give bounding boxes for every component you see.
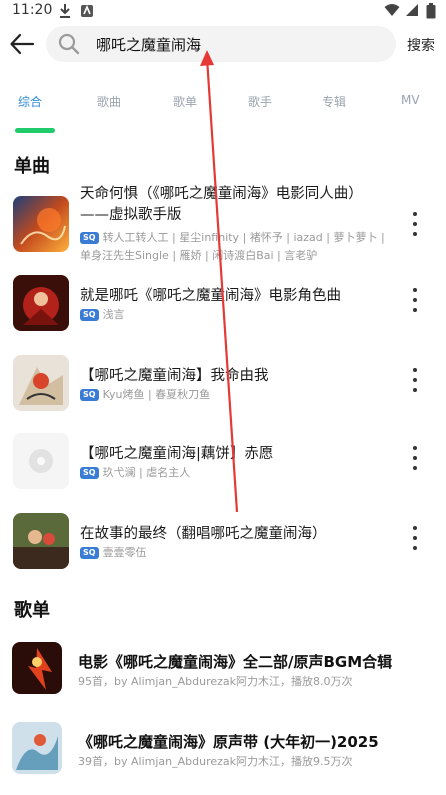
section-title-songs: 单曲: [14, 156, 50, 177]
playlist-cover: [12, 722, 62, 774]
search-header: 哪吒之魔童闹海 搜索: [0, 24, 446, 64]
download-icon: [60, 4, 70, 18]
playlist-title: 《哪吒之魔童闹海》原声带 (大年初一)2025: [78, 733, 379, 751]
search-button[interactable]: 搜索: [407, 35, 435, 55]
tab-playlists[interactable]: 歌单: [173, 93, 197, 110]
playlist-meta: 95首，by Alimjan_Abdurezak阿力木江，播放8.0万次: [78, 675, 353, 688]
status-time: 11:20: [12, 2, 53, 18]
song-item[interactable]: 【哪吒之魔童闹海|藕饼】赤愿 SQ 玖弋澜 | 虐名主人: [0, 428, 446, 494]
playlist-title: 电影《哪吒之魔童闹海》全二部/原声BGM合辑: [78, 653, 393, 671]
song-artists: 浅言: [102, 308, 125, 321]
tab-songs[interactable]: 歌曲: [97, 93, 121, 110]
notification-icon: [81, 4, 93, 17]
song-cover: [13, 196, 69, 252]
search-icon: [58, 33, 80, 55]
tab-albums[interactable]: 专辑: [322, 93, 346, 110]
search-input[interactable]: 哪吒之魔童闹海: [96, 34, 201, 55]
category-tabs: 综合 歌曲 歌单 歌手 专辑 MV: [0, 86, 446, 116]
song-title: 就是哪吒《哪吒之魔童闹海》电影角色曲: [80, 288, 341, 304]
song-item[interactable]: 就是哪吒《哪吒之魔童闹海》电影角色曲 SQ 浅言: [0, 270, 446, 336]
song-title: 在故事的最终（翻唱哪吒之魔童闹海）: [80, 526, 327, 542]
signal-icon: [406, 4, 418, 16]
more-vert-icon[interactable]: [404, 520, 426, 560]
song-artists: 转人工转人工 | 星尘infinity | 褚怀予 | iazad | 萝卜萝卜…: [80, 231, 385, 262]
more-vert-icon[interactable]: [404, 206, 426, 246]
tab-singers[interactable]: 歌手: [248, 93, 272, 110]
playlist-meta: 39首，by Alimjan_Abdurezak阿力木江，播放9.5万次: [78, 755, 353, 768]
sq-badge: SQ: [80, 547, 99, 559]
playlist-item[interactable]: 《哪吒之魔童闹海》原声带 (大年初一)2025 39首，by Alimjan_A…: [0, 720, 446, 780]
song-meta: SQ 转人工转人工 | 星尘infinity | 褚怀予 | iazad | 萝卜…: [80, 229, 390, 265]
sq-badge: SQ: [80, 467, 99, 479]
back-arrow-icon[interactable]: [8, 30, 36, 58]
active-tab-indicator: [15, 128, 55, 133]
song-cover: [13, 275, 69, 331]
tab-mv[interactable]: MV: [401, 93, 420, 107]
song-item[interactable]: 在故事的最终（翻唱哪吒之魔童闹海） SQ 壹壹零伍: [0, 508, 446, 574]
song-item[interactable]: 天命何惧（《哪吒之魔童闹海》电影同人曲）——虚拟歌手版 SQ 转人工转人工 | 星…: [0, 184, 446, 266]
song-title: 天命何惧（《哪吒之魔童闹海》电影同人曲）——虚拟歌手版: [80, 186, 363, 223]
playlist-cover: [12, 642, 62, 694]
playlist-item[interactable]: 电影《哪吒之魔童闹海》全二部/原声BGM合辑 95首，by Alimjan_Ab…: [0, 640, 446, 700]
song-meta: SQ Kyu烤鱼 | 春夏秋刀鱼: [80, 386, 390, 404]
wifi-icon: [384, 4, 400, 16]
song-cover: [13, 513, 69, 569]
song-artists: 壹壹零伍: [102, 546, 147, 559]
more-vert-icon[interactable]: [404, 440, 426, 480]
song-cover: [13, 355, 69, 411]
song-artists: 玖弋澜 | 虐名主人: [102, 466, 191, 479]
more-vert-icon[interactable]: [404, 282, 426, 322]
battery-icon: [426, 3, 436, 19]
song-title: 【哪吒之魔童闹海|藕饼】赤愿: [80, 446, 274, 462]
song-meta: SQ 玖弋澜 | 虐名主人: [80, 464, 390, 482]
song-cover: [13, 433, 69, 489]
song-meta: SQ 壹壹零伍: [80, 544, 390, 562]
search-box[interactable]: 哪吒之魔童闹海: [46, 26, 396, 62]
tab-all[interactable]: 综合: [18, 93, 42, 110]
more-vert-icon[interactable]: [404, 362, 426, 402]
song-item[interactable]: 【哪吒之魔童闹海】我命由我 SQ Kyu烤鱼 | 春夏秋刀鱼: [0, 350, 446, 416]
sq-badge: SQ: [80, 309, 99, 321]
sq-badge: SQ: [80, 389, 99, 401]
song-title: 【哪吒之魔童闹海】我命由我: [80, 368, 269, 384]
song-meta: SQ 浅言: [80, 306, 390, 324]
section-title-playlists: 歌单: [14, 600, 50, 621]
song-artists: Kyu烤鱼 | 春夏秋刀鱼: [102, 388, 211, 401]
status-bar: 11:20: [0, 0, 446, 22]
sq-badge: SQ: [80, 232, 99, 244]
